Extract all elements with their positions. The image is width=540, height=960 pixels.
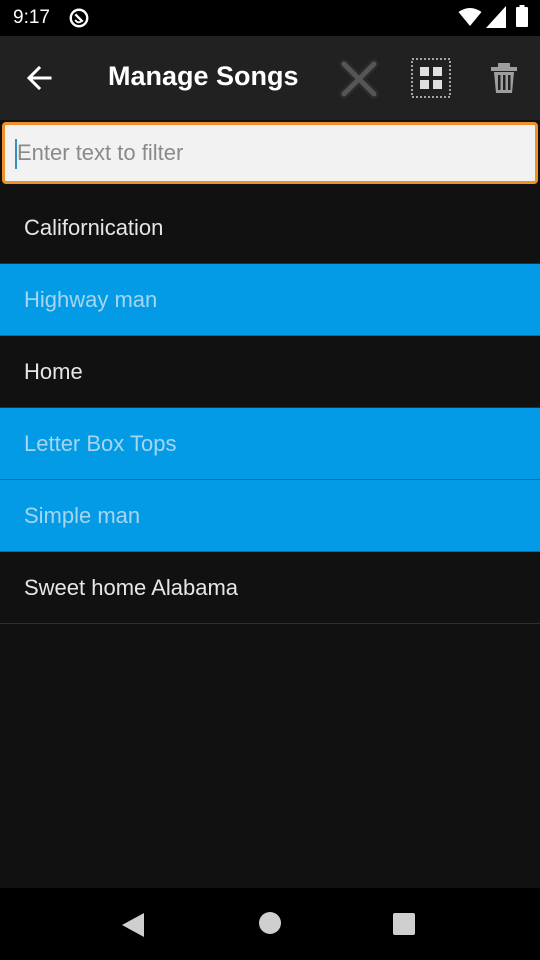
trash-icon[interactable] bbox=[484, 58, 524, 98]
song-list-item[interactable]: Letter Box Tops bbox=[0, 408, 540, 480]
nav-home-icon[interactable] bbox=[257, 910, 283, 936]
song-list-item[interactable]: Highway man bbox=[0, 264, 540, 336]
select-all-icon[interactable] bbox=[410, 57, 452, 99]
page-title: Manage Songs bbox=[108, 61, 299, 91]
wifi-icon bbox=[458, 8, 482, 26]
app-bar: Manage Songs bbox=[0, 36, 540, 120]
nav-back-icon[interactable] bbox=[118, 910, 148, 940]
do-not-disturb-icon bbox=[69, 8, 89, 28]
song-list-item[interactable]: Californication bbox=[0, 192, 540, 264]
nav-recent-icon[interactable] bbox=[392, 912, 416, 936]
signal-icon bbox=[486, 6, 506, 28]
status-bar: 9:17 bbox=[0, 0, 540, 36]
back-arrow-icon[interactable] bbox=[20, 58, 60, 98]
song-list-item[interactable]: Sweet home Alabama bbox=[0, 552, 540, 624]
battery-icon bbox=[516, 5, 528, 27]
text-cursor bbox=[15, 139, 17, 169]
filter-container bbox=[0, 120, 540, 190]
song-list-item[interactable]: Home bbox=[0, 336, 540, 408]
navigation-bar bbox=[0, 888, 540, 960]
song-list-item[interactable]: Simple man bbox=[0, 480, 540, 552]
status-time: 9:17 bbox=[13, 7, 50, 28]
song-list: Californication Highway man Home Letter … bbox=[0, 192, 540, 624]
filter-input[interactable] bbox=[2, 122, 538, 184]
close-icon[interactable] bbox=[334, 54, 384, 104]
